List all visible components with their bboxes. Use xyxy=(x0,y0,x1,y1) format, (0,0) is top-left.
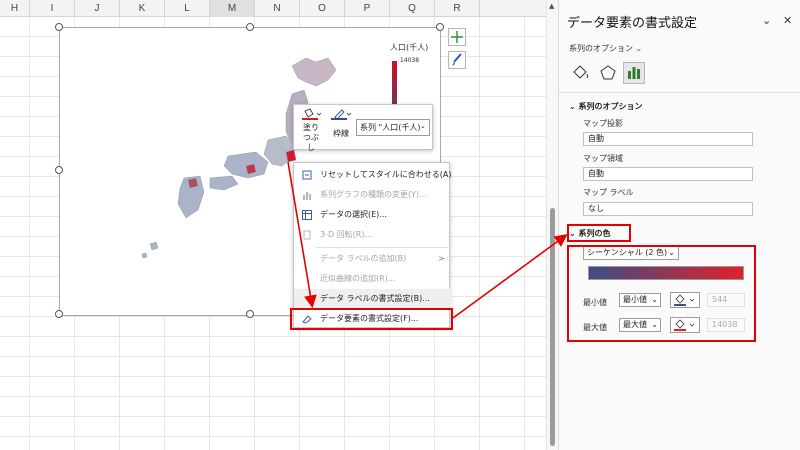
menu-item-reset-style[interactable]: リセットしてスタイルに合わせる(A) xyxy=(294,165,451,185)
column-header[interactable]: N xyxy=(255,0,300,17)
pentagon-icon xyxy=(600,65,616,80)
tab-series-options[interactable] xyxy=(623,62,645,84)
region-hokkaido xyxy=(291,57,337,87)
column-header-row: H I J K L M N O P Q R xyxy=(0,0,548,17)
column-header[interactable]: Q xyxy=(390,0,435,17)
pane-title: データ要素の書式設定 xyxy=(567,16,698,31)
outline-label: 枠線 xyxy=(333,129,349,138)
chevron-right-icon: > xyxy=(438,254,445,263)
menu-item-add-trendline[interactable]: 近似曲線の追加(R)... xyxy=(294,269,451,289)
chart-elements-button[interactable] xyxy=(448,28,466,46)
bar-chart-icon xyxy=(628,67,640,79)
region-shikoku xyxy=(209,175,239,191)
series-select-dropdown[interactable]: 系列 "人口(千人)" xyxy=(356,119,430,136)
menu-item-label: データ ラベルの書式設定(B)... xyxy=(320,294,430,303)
tab-fill-line[interactable] xyxy=(569,62,591,84)
menu-item-3d-rotation[interactable]: 3-D 回転(R)... xyxy=(294,225,451,245)
outline-button[interactable]: 枠線 xyxy=(328,108,354,139)
brush-icon xyxy=(452,53,462,66)
column-header[interactable]: L xyxy=(165,0,210,17)
mini-format-toolbar: 塗りつぶし 枠線 系列 "人口(千人)" ⌄ xyxy=(293,104,433,153)
chart-styles-button[interactable] xyxy=(448,51,466,69)
annotation-highlight-color-settings xyxy=(567,245,756,342)
column-header[interactable]: J xyxy=(75,0,120,17)
menu-item-label: 3-D 回転(R)... xyxy=(320,230,373,239)
map-projection-select[interactable]: 自動 xyxy=(583,132,753,146)
map-projection-label: マップ投影 xyxy=(583,119,623,128)
rotate-3d-icon xyxy=(303,230,311,240)
chevron-down-icon: ⌄ xyxy=(635,44,643,53)
resize-handle[interactable] xyxy=(246,23,254,31)
column-header[interactable]: R xyxy=(435,0,480,17)
resize-handle[interactable] xyxy=(55,310,63,318)
region-islands xyxy=(141,252,148,259)
series-select-label: 系列 "人口(千人)" xyxy=(360,123,425,132)
fill-button[interactable]: 塗りつぶし xyxy=(298,108,324,153)
menu-item-label: データの選択(E)... xyxy=(320,210,387,219)
legend-max-value: 14038 xyxy=(400,57,420,64)
resize-handle[interactable] xyxy=(436,23,444,31)
chart-type-icon xyxy=(303,192,311,200)
region-fukuoka xyxy=(187,177,199,189)
scroll-up-icon[interactable]: ▲ xyxy=(549,2,554,10)
menu-item-format-data-labels[interactable]: データ ラベルの書式設定(B)... xyxy=(294,289,451,309)
column-header[interactable]: P xyxy=(345,0,390,17)
annotation-highlight-menu xyxy=(290,308,453,330)
menu-item-select-data[interactable]: データの選択(E)... xyxy=(294,205,451,225)
resize-handle[interactable] xyxy=(55,23,63,31)
column-header[interactable]: H xyxy=(0,0,30,17)
column-header[interactable]: O xyxy=(300,0,345,17)
plus-icon xyxy=(451,31,463,43)
pane-options-chevron-icon[interactable]: ⌄ xyxy=(762,14,771,27)
map-area-select[interactable]: 自動 xyxy=(583,167,753,181)
context-menu: リセットしてスタイルに合わせる(A) 系列グラフの種類の変更(Y)... データ… xyxy=(293,162,451,328)
tab-effects[interactable] xyxy=(597,62,619,84)
reset-style-icon xyxy=(302,170,312,180)
resize-handle[interactable] xyxy=(55,166,63,174)
column-header[interactable]: I xyxy=(30,0,75,17)
select-data-icon xyxy=(302,210,312,220)
fill-bucket-icon xyxy=(573,65,588,79)
pen-icon xyxy=(331,109,352,120)
map-labels-select[interactable]: なし xyxy=(583,202,753,216)
vertical-scrollbar[interactable]: ▲ xyxy=(546,0,558,450)
region-osaka xyxy=(245,163,257,175)
chevron-down-icon: ⌄ xyxy=(420,122,426,130)
menu-separator xyxy=(316,247,449,248)
section-series-options[interactable]: ⌄ 系列のオプション xyxy=(569,101,643,112)
column-header[interactable]: M xyxy=(210,0,255,17)
menu-item-label: データ ラベルの追加(B) xyxy=(320,254,407,263)
menu-item-add-data-labels[interactable]: データ ラベルの追加(B) > xyxy=(294,249,451,269)
menu-item-label: 近似曲線の追加(R)... xyxy=(320,274,396,283)
region-tokyo xyxy=(285,149,297,163)
annotation-highlight-series-color xyxy=(567,224,631,242)
legend-title: 人口(千人) xyxy=(390,43,429,52)
close-icon[interactable]: ✕ xyxy=(783,14,792,27)
section-label: 系列のオプション xyxy=(578,102,643,111)
scrollbar-thumb[interactable] xyxy=(550,208,555,446)
fill-label: 塗りつぶし xyxy=(303,123,319,152)
series-options-label: 系列のオプション xyxy=(569,44,633,53)
map-area-label: マップ領域 xyxy=(583,154,623,163)
pane-divider xyxy=(559,92,800,93)
menu-item-label: 系列グラフの種類の変更(Y)... xyxy=(320,190,427,199)
region-okinawa xyxy=(149,241,159,251)
resize-handle[interactable] xyxy=(246,310,254,318)
map-labels-label: マップ ラベル xyxy=(583,188,634,197)
chevron-down-icon: ⌄ xyxy=(569,102,579,111)
menu-item-label: リセットしてスタイルに合わせる(A) xyxy=(320,170,452,179)
region-kansai xyxy=(223,151,269,179)
menu-item-change-chart-type[interactable]: 系列グラフの種類の変更(Y)... xyxy=(294,185,451,205)
column-header[interactable]: K xyxy=(120,0,165,17)
fill-bucket-icon xyxy=(302,108,322,120)
series-options-dropdown[interactable]: 系列のオプション ⌄ xyxy=(569,43,642,54)
